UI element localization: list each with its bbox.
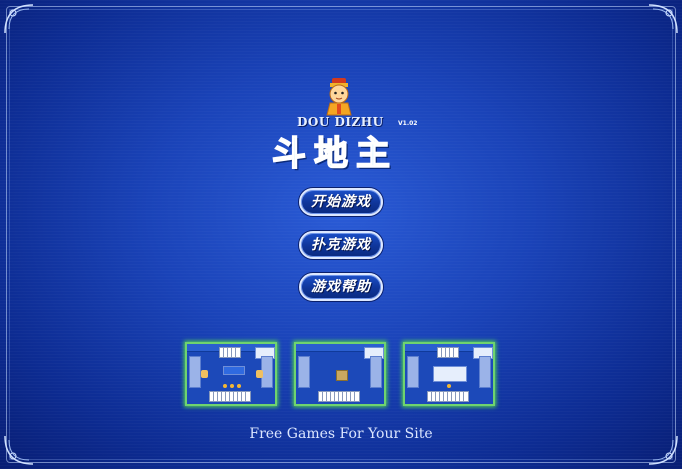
game-stage: DOU DIZHU V1.02 斗地主 开始游戏 扑克游戏 游戏帮助 Free … bbox=[0, 0, 682, 469]
thumb-hand-cards bbox=[209, 391, 251, 402]
thumb-hand-cards bbox=[427, 391, 469, 402]
screenshot-thumbnail-3[interactable] bbox=[403, 342, 495, 406]
thumb-avatar bbox=[201, 370, 208, 378]
version-label: V1.02 bbox=[398, 120, 418, 127]
screenshot-thumbnail-1[interactable] bbox=[185, 342, 277, 406]
thumb-left-player bbox=[298, 356, 310, 388]
thumb-info-box bbox=[223, 366, 245, 375]
corner-ornament-icon bbox=[4, 4, 34, 34]
thumb-right-player bbox=[370, 356, 382, 388]
thumb-dialog-box bbox=[433, 366, 467, 382]
thumb-left-player bbox=[189, 356, 201, 388]
thumb-top-cards bbox=[219, 347, 241, 358]
logo-title-cn: 斗地主 bbox=[271, 133, 398, 175]
thumb-chip bbox=[237, 384, 241, 388]
thumb-chip bbox=[447, 384, 451, 388]
start-game-button[interactable]: 开始游戏 bbox=[299, 188, 383, 216]
screenshot-thumbnail-2[interactable] bbox=[294, 342, 386, 406]
thumb-right-player bbox=[479, 356, 491, 388]
corner-ornament-icon bbox=[648, 4, 678, 34]
game-logo: DOU DIZHU V1.02 斗地主 bbox=[268, 78, 420, 175]
poker-game-button[interactable]: 扑克游戏 bbox=[299, 231, 383, 259]
emperor-mascot-icon bbox=[326, 78, 352, 116]
thumb-left-player bbox=[407, 356, 419, 388]
thumb-center-deck bbox=[336, 370, 348, 381]
thumb-chip bbox=[223, 384, 227, 388]
thumb-top-cards bbox=[437, 347, 459, 358]
tagline: Free Games For Your Site bbox=[249, 426, 433, 442]
thumb-hand-cards bbox=[318, 391, 360, 402]
thumb-avatar bbox=[256, 370, 263, 378]
game-help-button[interactable]: 游戏帮助 bbox=[299, 273, 383, 301]
thumb-chip bbox=[230, 384, 234, 388]
